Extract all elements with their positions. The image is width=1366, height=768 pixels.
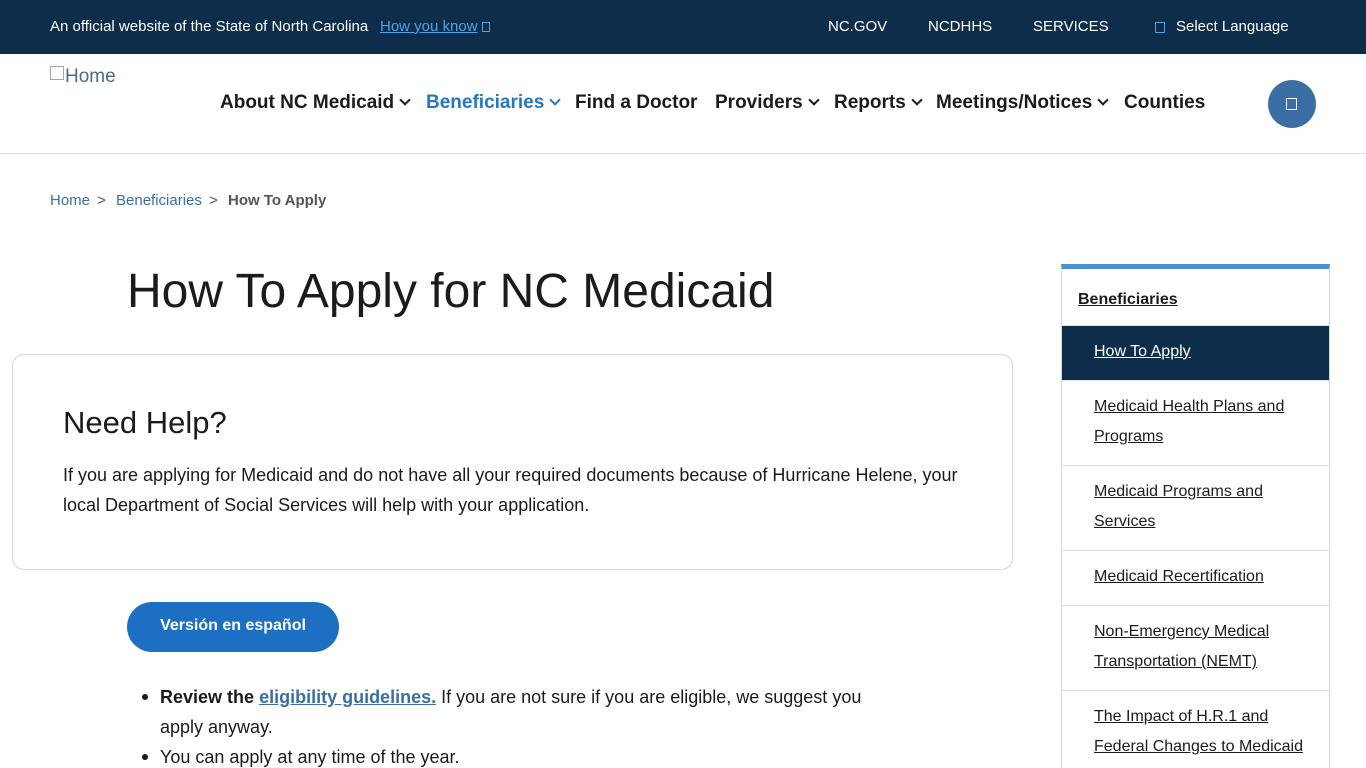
official-site-text: An official website of the State of Nort…	[50, 18, 369, 35]
apply-info-list: Review the eligibility guidelines. If yo…	[140, 682, 880, 768]
need-help-callout: Need Help? If you are applying for Medic…	[12, 354, 1013, 570]
sidebar-item-label: Medicaid Programs and Services	[1094, 483, 1263, 530]
site-header: Home About NC Medicaid Beneficiaries Fin…	[0, 54, 1366, 154]
chevron-down-icon	[807, 94, 820, 106]
sidebar-item-programs-services[interactable]: Medicaid Programs and Services	[1062, 465, 1329, 550]
nav-providers[interactable]: Providers	[715, 92, 820, 116]
breadcrumb-home[interactable]: Home	[50, 192, 90, 209]
sidebar-heading[interactable]: Beneficiaries	[1078, 291, 1178, 309]
need-help-heading: Need Help?	[63, 405, 227, 440]
nav-label: Providers	[715, 92, 803, 113]
how-you-know-link[interactable]: How you know	[380, 18, 490, 35]
nav-label: Counties	[1124, 92, 1206, 113]
breadcrumb-separator: >	[209, 192, 218, 209]
nav-counties[interactable]: Counties	[1124, 92, 1205, 116]
spanish-version-button[interactable]: Versión en español	[127, 602, 339, 652]
ncdhhs-link[interactable]: NCDHHS	[928, 18, 992, 35]
need-help-text: If you are applying for Medicaid and do …	[63, 465, 958, 515]
services-link[interactable]: SERVICES	[1033, 18, 1109, 35]
nav-about-nc-medicaid[interactable]: About NC Medicaid	[220, 92, 411, 116]
broken-image-icon	[50, 66, 64, 80]
breadcrumb-separator: >	[97, 192, 106, 209]
logo-alt-text: Home	[65, 66, 116, 87]
search-button[interactable]	[1268, 80, 1316, 128]
sidebar-item-label: How To Apply	[1094, 343, 1191, 360]
home-logo[interactable]: Home	[50, 66, 170, 106]
sidebar-item-label: Non-Emergency Medical Transportation (NE…	[1094, 623, 1270, 670]
nc-gov-link[interactable]: NC.GOV	[828, 18, 887, 35]
sidebar-item-label: Medicaid Recertification	[1094, 568, 1264, 585]
sidebar-item-hr1-impact[interactable]: The Impact of H.R.1 and Federal Changes …	[1062, 690, 1329, 768]
nav-reports[interactable]: Reports	[834, 92, 923, 116]
nav-find-a-doctor[interactable]: Find a Doctor	[575, 92, 697, 116]
breadcrumb-beneficiaries[interactable]: Beneficiaries	[116, 192, 202, 209]
chevron-down-icon	[911, 94, 923, 106]
chevron-down-icon	[1097, 94, 1109, 106]
nav-beneficiaries[interactable]: Beneficiaries	[426, 92, 561, 116]
chevron-down-icon	[549, 94, 561, 106]
breadcrumb-current: How To Apply	[228, 192, 327, 209]
page-title: How To Apply for NC Medicaid	[127, 265, 775, 318]
sidebar-item-recertification[interactable]: Medicaid Recertification	[1062, 550, 1329, 605]
sidebar-item-label: The Impact of H.R.1 and Federal Changes …	[1094, 708, 1304, 755]
list-item: You can apply at any time of the year.	[140, 742, 880, 768]
official-banner: An official website of the State of Nort…	[0, 0, 1366, 54]
sidebar-item-label: Medicaid Health Plans and Programs	[1094, 398, 1285, 445]
nav-meetings-notices[interactable]: Meetings/Notices	[936, 92, 1109, 116]
bullet-text: You can apply at any time of the year.	[160, 747, 460, 767]
nav-label: About NC Medicaid	[220, 92, 395, 113]
nav-label: Meetings/Notices	[936, 92, 1093, 113]
sidebar-item-how-to-apply[interactable]: How To Apply	[1062, 325, 1329, 380]
search-icon	[1286, 98, 1297, 110]
eligibility-guidelines-link[interactable]: eligibility guidelines.	[259, 687, 436, 707]
chevron-down-icon	[399, 94, 411, 106]
globe-icon	[1155, 22, 1165, 33]
select-language-button[interactable]: Select Language	[1176, 18, 1289, 35]
bullet-bold-text: Review the	[160, 687, 255, 707]
nav-label: Reports	[834, 92, 906, 113]
list-item: Review the eligibility guidelines. If yo…	[140, 682, 880, 742]
sidebar-item-health-plans[interactable]: Medicaid Health Plans and Programs	[1062, 380, 1329, 465]
how-you-know-label: How you know	[380, 18, 478, 35]
expand-icon	[481, 22, 490, 33]
nav-label: Find a Doctor	[575, 92, 698, 113]
nav-label: Beneficiaries	[426, 92, 545, 113]
section-sidebar: Beneficiaries How To Apply Medicaid Heal…	[1061, 264, 1330, 768]
sidebar-item-nemt[interactable]: Non-Emergency Medical Transportation (NE…	[1062, 605, 1329, 690]
